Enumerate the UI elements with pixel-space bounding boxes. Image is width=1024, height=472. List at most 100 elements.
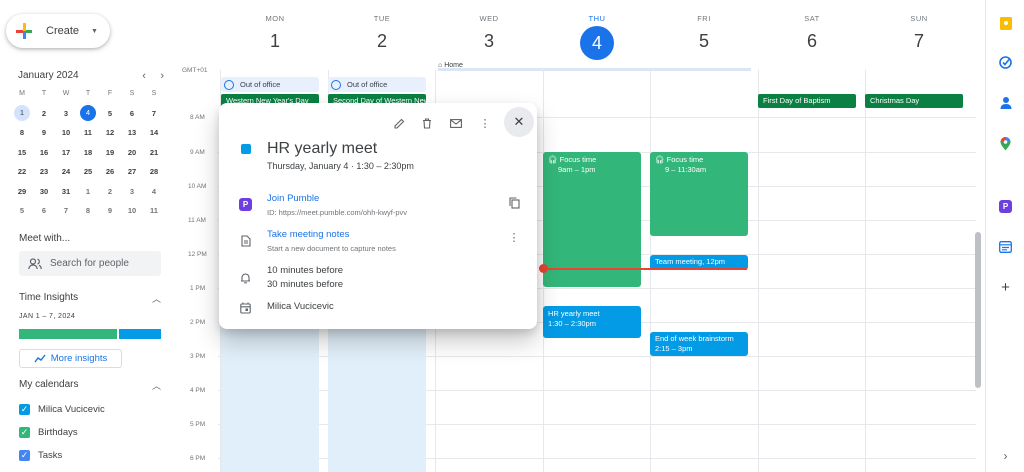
holiday-event[interactable]: First Day of Baptism [758, 94, 856, 108]
mini-calendar-day[interactable]: 6 [121, 104, 143, 124]
take-meeting-notes-link[interactable]: Take meeting notes [267, 229, 396, 240]
calendar-event[interactable]: 🎧︎ Focus time 9am – 1pm [543, 152, 641, 287]
out-of-office-chip[interactable]: Out of office [328, 77, 426, 92]
mini-calendar-day[interactable]: 3 [55, 104, 77, 124]
mini-calendar-day[interactable]: 17 [55, 143, 77, 163]
mini-calendar-day[interactable]: 16 [33, 143, 55, 163]
scrollbar[interactable] [975, 232, 981, 388]
email-icon[interactable] [447, 114, 465, 132]
day-number-today[interactable]: 4 [580, 26, 614, 60]
mini-calendar-day[interactable]: 18 [77, 143, 99, 163]
mini-calendar-day[interactable]: 15 [11, 143, 33, 163]
day-header-sun[interactable]: SUN 7 [865, 14, 973, 52]
search-people-input[interactable]: Search for people [19, 251, 161, 276]
mini-calendar-day[interactable]: 7 [55, 201, 77, 221]
mini-calendar-day[interactable]: 31 [55, 182, 77, 202]
calendar-item[interactable]: ✓ Milica Vucicevic [19, 404, 105, 415]
more-insights-button[interactable]: More insights [19, 349, 122, 368]
chevron-right-icon[interactable]: › [999, 449, 1012, 463]
create-button[interactable]: Create ▼ [6, 14, 110, 48]
chevron-right-icon[interactable]: › [160, 70, 164, 82]
calendar-addon-icon[interactable] [999, 240, 1012, 253]
edit-icon[interactable] [390, 114, 408, 132]
mini-calendar-day[interactable]: 19 [99, 143, 121, 163]
day-header-thu[interactable]: THU 4 [543, 14, 651, 60]
holiday-event[interactable]: Christmas Day [865, 94, 963, 108]
mini-calendar-day[interactable]: 27 [121, 162, 143, 182]
mini-calendar-day[interactable]: 5 [11, 201, 33, 221]
more-options-icon[interactable]: ⋮ [476, 114, 494, 132]
maps-icon[interactable] [999, 136, 1012, 150]
pumble-icon[interactable]: P [999, 200, 1012, 213]
mini-calendar-day[interactable]: 9 [33, 123, 55, 143]
mini-calendar-day[interactable]: 20 [121, 143, 143, 163]
mini-calendar-day[interactable]: 10 [55, 123, 77, 143]
tasks-icon[interactable] [999, 56, 1012, 69]
mini-calendar-day[interactable]: 2 [33, 104, 55, 124]
chevron-left-icon[interactable]: ‹ [142, 70, 146, 82]
mini-calendar-day[interactable]: 13 [121, 123, 143, 143]
calendar-event[interactable]: End of week brainstorm 2:15 – 3pm [650, 332, 748, 356]
mini-calendar-day[interactable]: 25 [77, 162, 99, 182]
mini-calendar-day[interactable]: 3 [121, 182, 143, 202]
join-pumble-link[interactable]: Join Pumble [267, 193, 407, 204]
mini-calendar-day[interactable]: 28 [143, 162, 165, 182]
mini-calendar-day[interactable]: 1 [11, 104, 33, 124]
day-number[interactable]: 2 [328, 31, 436, 52]
chevron-up-icon[interactable]: ︿ [152, 292, 161, 305]
mini-calendar-day[interactable]: 4 [77, 104, 99, 124]
sidebar: Create ▼ January 2024 ‹ › MTWTFSS1234567… [0, 0, 172, 472]
time-insights-header[interactable]: Time Insights ︿ [19, 292, 161, 305]
mini-calendar-day[interactable]: 11 [143, 201, 165, 221]
mini-calendar-day[interactable]: 29 [11, 182, 33, 202]
mini-calendar-day[interactable]: 21 [143, 143, 165, 163]
day-of-week: TUE [373, 14, 391, 23]
working-location-home[interactable]: ⌂ Home [438, 62, 751, 71]
delete-icon[interactable] [418, 114, 436, 132]
mini-calendar-day[interactable]: 1 [77, 182, 99, 202]
calendar-event-selected[interactable]: HR yearly meet 1:30 – 2:30pm [543, 306, 641, 338]
mini-calendar-day[interactable]: 14 [143, 123, 165, 143]
mini-calendar-day[interactable]: 10 [121, 201, 143, 221]
calendar-event[interactable]: 🎧︎ Focus time 9 – 11:30am [650, 152, 748, 236]
mini-calendar-day[interactable]: 11 [77, 123, 99, 143]
checkbox-checked[interactable]: ✓ [19, 427, 30, 438]
calendar-item[interactable]: ✓ Birthdays [19, 427, 78, 438]
mini-calendar-day[interactable]: 26 [99, 162, 121, 182]
mini-calendar-day[interactable]: 8 [77, 201, 99, 221]
mini-calendar-day[interactable]: 22 [11, 162, 33, 182]
day-number[interactable]: 3 [435, 31, 543, 52]
checkbox-checked[interactable]: ✓ [19, 450, 30, 461]
day-number[interactable]: 1 [221, 31, 329, 52]
day-header-fri[interactable]: FRI 5 [650, 14, 758, 52]
day-number[interactable]: 6 [758, 31, 866, 52]
day-header-tue[interactable]: TUE 2 [328, 14, 436, 52]
mini-calendar-day[interactable]: 2 [99, 182, 121, 202]
mini-calendar-day[interactable]: 7 [143, 104, 165, 124]
my-calendars-header[interactable]: My calendars ︿ [19, 379, 161, 392]
checkbox-checked[interactable]: ✓ [19, 404, 30, 415]
mini-calendar-day[interactable]: 8 [11, 123, 33, 143]
calendar-item[interactable]: ✓ Tasks [19, 450, 62, 461]
day-header-wed[interactable]: WED 3 [435, 14, 543, 52]
chevron-up-icon[interactable]: ︿ [152, 379, 161, 392]
day-header-mon[interactable]: MON 1 [221, 14, 329, 52]
mini-calendar-day[interactable]: 23 [33, 162, 55, 182]
day-number[interactable]: 5 [650, 31, 758, 52]
copy-icon[interactable] [505, 194, 523, 212]
out-of-office-chip[interactable]: Out of office [221, 77, 319, 92]
mini-calendar-day[interactable]: 30 [33, 182, 55, 202]
add-icon[interactable]: + [999, 279, 1012, 296]
keep-icon[interactable] [999, 17, 1012, 30]
day-number[interactable]: 7 [865, 31, 973, 52]
close-icon[interactable]: ✕ [504, 107, 534, 137]
mini-calendar-day[interactable]: 4 [143, 182, 165, 202]
mini-calendar-day[interactable]: 5 [99, 104, 121, 124]
mini-calendar-day[interactable]: 12 [99, 123, 121, 143]
mini-calendar-day[interactable]: 9 [99, 201, 121, 221]
mini-calendar-day[interactable]: 6 [33, 201, 55, 221]
more-options-icon[interactable]: ⋮ [505, 228, 523, 246]
day-header-sat[interactable]: SAT 6 [758, 14, 866, 52]
mini-calendar-day[interactable]: 24 [55, 162, 77, 182]
contacts-icon[interactable] [999, 96, 1012, 109]
